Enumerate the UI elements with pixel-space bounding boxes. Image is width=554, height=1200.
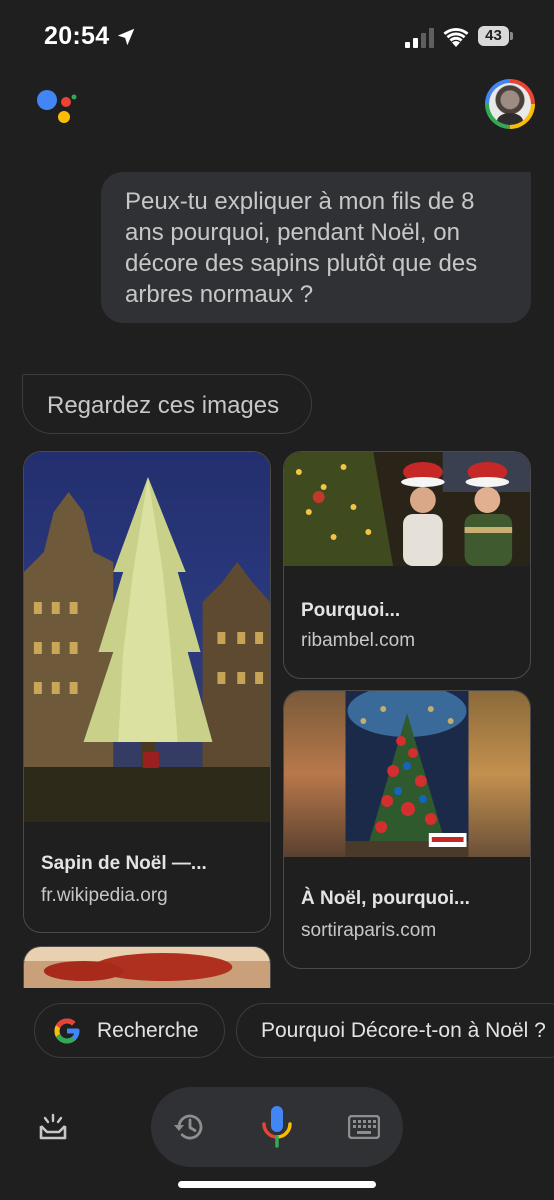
avatar[interactable] (485, 79, 535, 129)
microphone-icon[interactable] (258, 1104, 296, 1150)
image-result-card[interactable]: À Noël, pourquoi... sortiraparis.com (283, 690, 531, 969)
assistant-screen: 20:54 43 Peux-tu expliquer à mon fils de… (0, 0, 554, 1200)
query-suggestion-chip[interactable]: Pourquoi Décore-t-on à Noël ? (236, 1003, 554, 1058)
result-thumbnail-children-tree (284, 452, 530, 566)
snapshot-icon[interactable] (38, 1112, 68, 1142)
location-arrow-icon (117, 28, 135, 46)
keyboard-icon[interactable] (348, 1115, 380, 1139)
battery-icon: 43 (478, 26, 514, 46)
cellular-signal-icon (405, 28, 434, 48)
user-message-text: Peux-tu expliquer à mon fils de 8 ans po… (125, 188, 478, 308)
google-g-icon (54, 1018, 80, 1044)
result-source: ribambel.com (301, 630, 416, 651)
avatar-photo (489, 83, 531, 125)
battery-level: 43 (485, 27, 502, 44)
result-source: sortiraparis.com (301, 920, 437, 941)
result-source: fr.wikipedia.org (41, 885, 168, 906)
result-thumbnail-christmas-tree-square (24, 452, 270, 822)
result-title: Sapin de Noël —... (41, 853, 207, 874)
home-indicator[interactable] (178, 1181, 376, 1188)
image-result-card[interactable]: Pourquoi... ribambel.com (283, 451, 531, 679)
assistant-response-text: Regardez ces images (47, 392, 280, 419)
result-title: À Noël, pourquoi... (301, 888, 470, 909)
image-result-card[interactable]: Sapin de Noël —... fr.wikipedia.org (23, 451, 271, 933)
search-suggestion-chip[interactable]: Recherche (34, 1003, 225, 1058)
query-suggestion-label: Pourquoi Décore-t-on à Noël ? (261, 1019, 546, 1042)
user-message-bubble[interactable]: Peux-tu expliquer à mon fils de 8 ans po… (101, 172, 531, 323)
google-assistant-logo[interactable] (36, 86, 78, 128)
wifi-icon (443, 27, 469, 47)
result-thumbnail-galeries-tree (284, 691, 530, 857)
assistant-response-bubble: Regardez ces images (22, 374, 312, 434)
search-suggestion-label: Recherche (97, 1019, 199, 1042)
status-time: 20:54 (44, 22, 110, 50)
history-icon[interactable] (173, 1110, 207, 1144)
result-title: Pourquoi... (301, 600, 401, 621)
